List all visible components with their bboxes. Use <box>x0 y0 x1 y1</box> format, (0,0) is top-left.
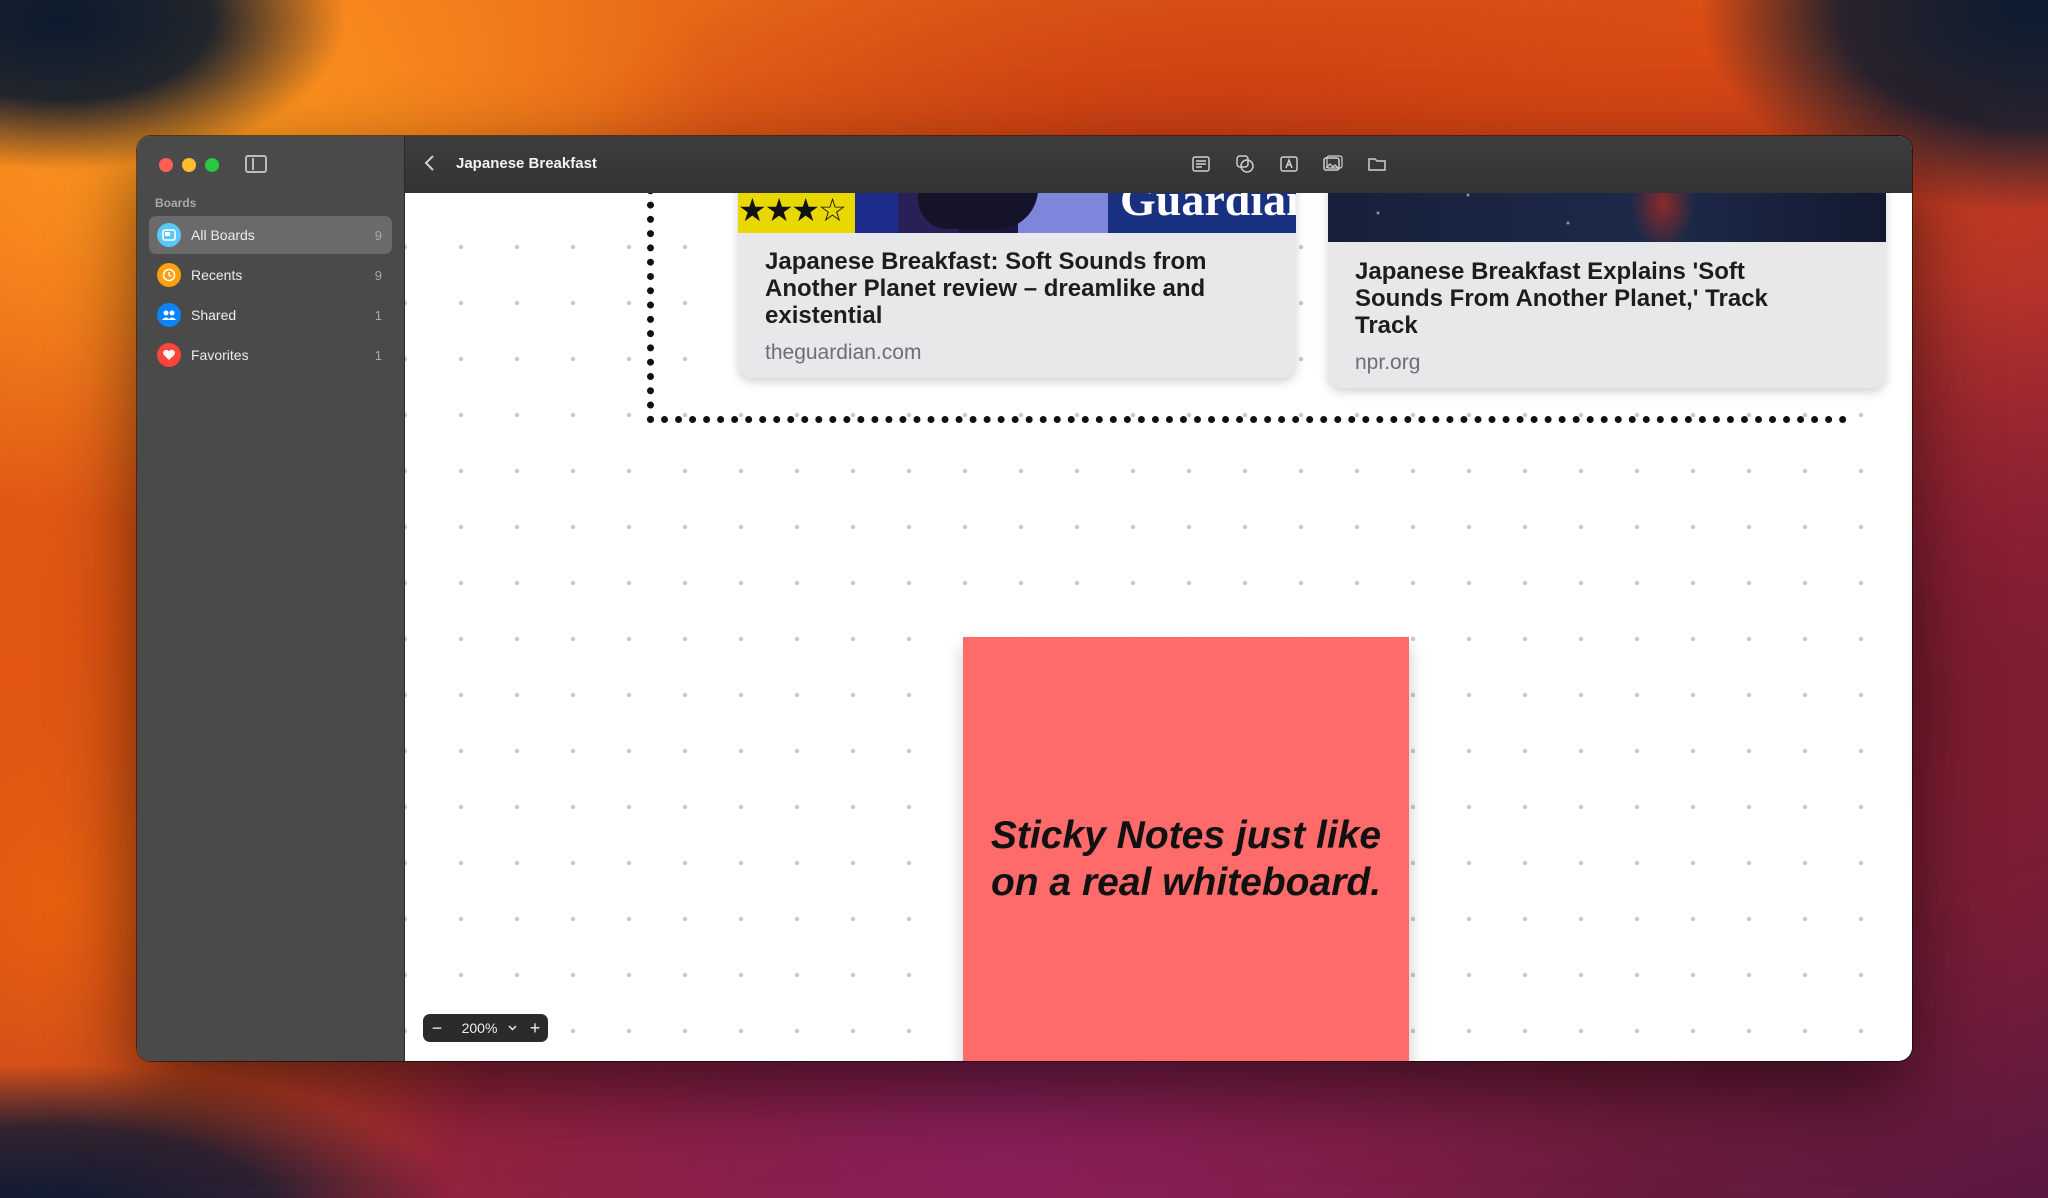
zoom-out-button[interactable]: − <box>423 1018 451 1039</box>
card-body: Japanese Breakfast Explains 'Soft Sounds… <box>1355 258 1864 375</box>
sidebar-item-count: 9 <box>374 227 382 243</box>
sidebar-item-favorites[interactable]: Favorites 1 <box>149 336 392 374</box>
link-thumbnail <box>1328 193 1886 242</box>
card-domain: theguardian.com <box>765 341 922 364</box>
card-body: Japanese Breakfast: Soft Sounds from Ano… <box>765 248 1274 365</box>
card-title-line: Japanese Breakfast Explains 'Soft <box>1355 258 1745 285</box>
sidebar-item-recents[interactable]: Recents 9 <box>149 256 392 294</box>
text-block-icon[interactable] <box>1190 154 1212 174</box>
board-canvas[interactable]: ★★★☆ Guardian Japanese Breakfast: Soft S… <box>405 193 1912 1061</box>
sidebar-nav: All Boards 9 Recents 9 Shared 1 Favorite… <box>149 216 392 376</box>
media-icon[interactable] <box>1322 154 1344 174</box>
window-controls <box>159 158 219 172</box>
star-rating: ★★★☆ <box>738 193 847 228</box>
back-chevron-icon[interactable] <box>423 153 443 175</box>
folder-icon[interactable] <box>1366 154 1388 174</box>
link-thumbnail: ★★★☆ Guardian <box>738 193 1296 233</box>
app-window: Boards All Boards 9 Recents 9 Shared 1 F… <box>137 136 1912 1061</box>
sidebar-item-count: 9 <box>374 267 382 283</box>
card-title-line: Another Planet review – dreamlike and <box>765 275 1206 302</box>
text-box-icon[interactable] <box>1278 154 1300 174</box>
card-domain: npr.org <box>1355 351 1421 374</box>
link-card-guardian[interactable]: ★★★☆ Guardian Japanese Breakfast: Soft S… <box>738 193 1296 378</box>
chevron-down-icon[interactable] <box>508 1023 522 1034</box>
clock-icon <box>157 263 181 287</box>
minimize-window-button[interactable] <box>182 158 196 172</box>
zoom-level[interactable]: 200% <box>451 1020 508 1036</box>
sidebar-item-shared[interactable]: Shared 1 <box>149 296 392 334</box>
sidebar-item-label: Favorites <box>191 347 249 363</box>
boards-icon <box>157 223 181 247</box>
sidebar-item-all-boards[interactable]: All Boards 9 <box>149 216 392 254</box>
sidebar-item-label: Recents <box>191 267 243 283</box>
sticky-note-text: Sticky Notes just like on a real whitebo… <box>990 814 1382 904</box>
card-title-line: Sounds From Another Planet,' Track <box>1355 285 1768 312</box>
zoom-in-button[interactable]: + <box>522 1018 548 1039</box>
heart-icon <box>157 343 181 367</box>
zoom-control: − 200% + <box>423 1014 548 1042</box>
sidebar-item-count: 1 <box>374 347 382 363</box>
card-title-line: Japanese Breakfast: Soft Sounds from <box>765 248 1207 275</box>
zoom-window-button[interactable] <box>205 158 219 172</box>
people-icon <box>157 303 181 327</box>
sidebar-item-label: Shared <box>191 307 237 323</box>
toolbar: Japanese Breakfast <box>405 136 1912 194</box>
insert-tools <box>1190 154 1388 174</box>
card-title-line: Track <box>1355 312 1418 339</box>
sidebar-item-label: All Boards <box>191 227 255 243</box>
thumbnail-artwork <box>918 193 1038 229</box>
sidebar-toggle-icon[interactable] <box>245 155 267 173</box>
close-window-button[interactable] <box>159 158 173 172</box>
board-title: Japanese Breakfast <box>456 155 597 172</box>
sidebar: Boards All Boards 9 Recents 9 Shared 1 F… <box>137 136 405 1061</box>
sidebar-item-count: 1 <box>374 307 382 323</box>
link-card-npr[interactable]: Japanese Breakfast Explains 'Soft Sounds… <box>1328 193 1886 388</box>
thumbnail-logo-text: Guardian <box>1120 193 1296 225</box>
sticky-note-red[interactable]: Sticky Notes just like on a real whitebo… <box>963 637 1409 1061</box>
sidebar-section-label: Boards <box>155 196 197 210</box>
shapes-icon[interactable] <box>1234 154 1256 174</box>
card-title-line: existential <box>765 302 883 329</box>
